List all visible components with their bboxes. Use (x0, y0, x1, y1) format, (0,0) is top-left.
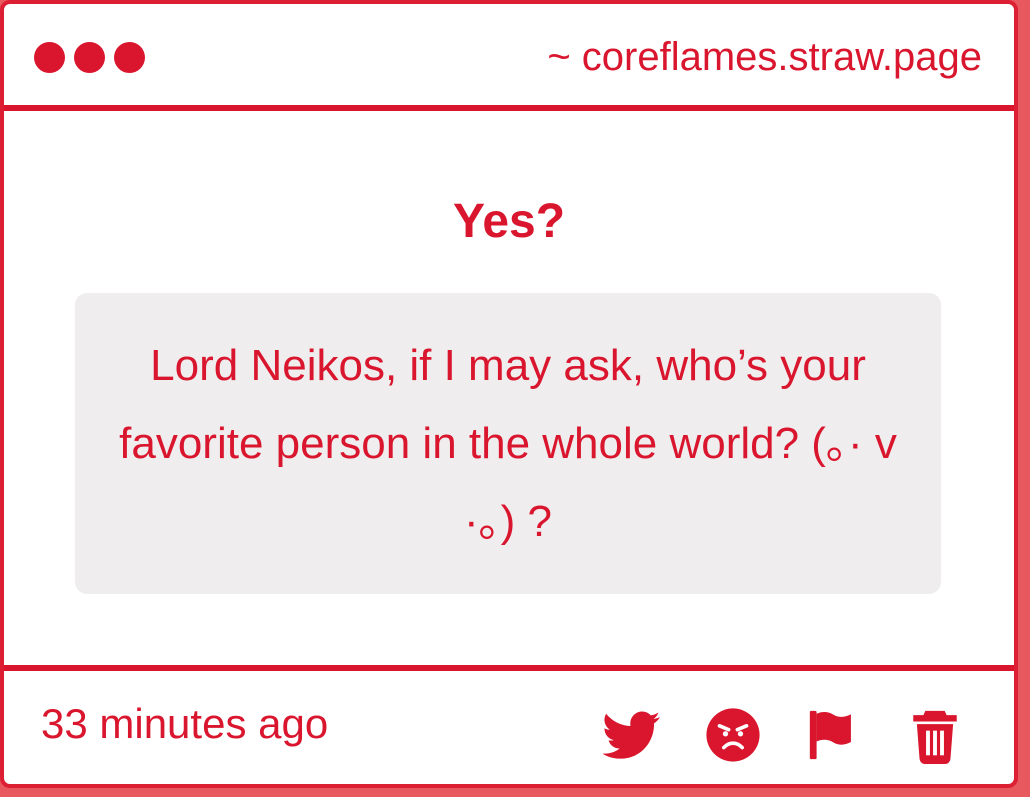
timestamp: 33 minutes ago (41, 700, 329, 747)
question-title: Yes? (452, 195, 566, 248)
question-box: Lord Neikos, if I may ask, who’s your fa… (75, 293, 941, 594)
flag-icon (809, 710, 851, 760)
question-card: ~ coreflames.straw.page Yes? Lord Neikos… (0, 0, 1018, 788)
twitter-share-button[interactable] (603, 706, 661, 764)
trash-icon (913, 710, 957, 764)
window-dot-3 (114, 42, 145, 73)
delete-button[interactable] (906, 706, 964, 764)
twitter-icon (603, 711, 661, 759)
angry-face-icon (706, 708, 760, 762)
window-dots (34, 42, 145, 73)
site-url[interactable]: ~ coreflames.straw.page (547, 33, 982, 81)
action-bar (603, 705, 964, 765)
window-dot-1 (34, 42, 65, 73)
card-header: ~ coreflames.straw.page (4, 4, 1014, 111)
report-button[interactable] (805, 706, 863, 764)
window-dot-2 (74, 42, 105, 73)
question-text: Lord Neikos, if I may ask, who’s your fa… (119, 340, 897, 546)
angry-reaction-button[interactable] (704, 706, 762, 764)
card-footer: 33 minutes ago (4, 665, 1014, 784)
